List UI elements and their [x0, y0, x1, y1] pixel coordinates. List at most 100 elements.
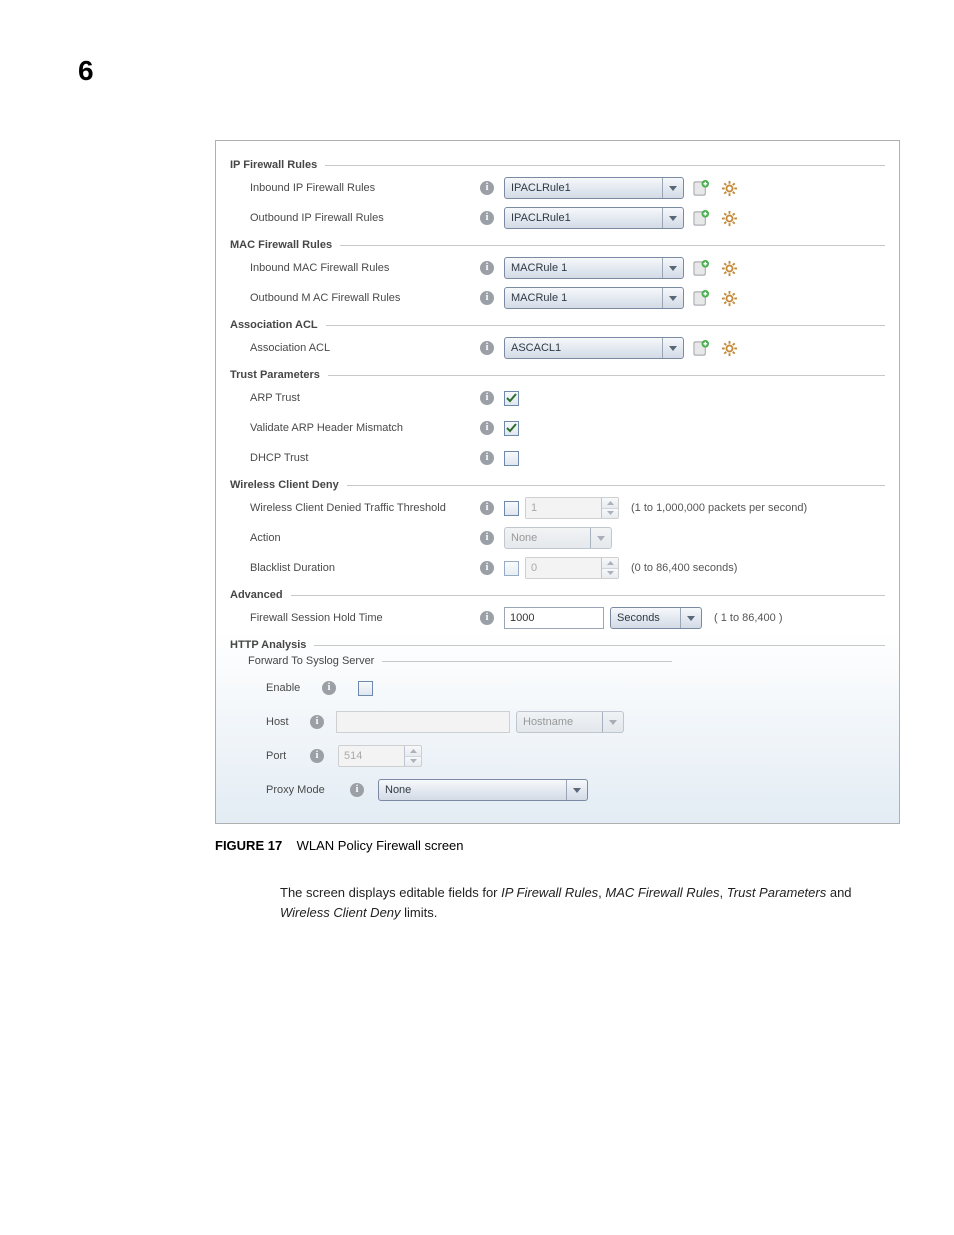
section-wireless-client-deny: Wireless Client Deny [230, 479, 885, 491]
info-icon[interactable]: i [478, 531, 496, 545]
hint: (1 to 1,000,000 packets per second) [631, 502, 807, 514]
hold-time-input[interactable] [504, 607, 604, 629]
info-icon[interactable]: i [478, 291, 496, 305]
row-syslog-port: Port i [230, 739, 885, 773]
row-proxy-mode: Proxy Mode i None [230, 773, 885, 807]
divider [314, 644, 885, 646]
host-input[interactable] [336, 711, 510, 733]
section-association-acl: Association ACL [230, 319, 885, 331]
label: Outbound IP Firewall Rules [250, 212, 478, 224]
chevron-down-icon [662, 208, 683, 228]
gear-icon[interactable] [718, 337, 740, 359]
info-icon[interactable]: i [478, 181, 496, 195]
dhcp-trust-checkbox[interactable] [504, 451, 519, 466]
threshold-input[interactable] [526, 498, 601, 518]
divider [325, 164, 885, 166]
row-syslog-enable: Enable i [230, 671, 885, 705]
inbound-ip-dropdown[interactable]: IPACLRule1 [504, 177, 684, 199]
label: Wireless Client Denied Traffic Threshold [250, 502, 478, 514]
section-title: Advanced [230, 589, 283, 601]
add-rule-icon[interactable] [690, 257, 712, 279]
info-icon[interactable]: i [478, 421, 496, 435]
label: Proxy Mode [266, 784, 342, 796]
gear-icon[interactable] [718, 257, 740, 279]
add-rule-icon[interactable] [690, 207, 712, 229]
threshold-spinner[interactable] [525, 497, 619, 519]
chevron-down-icon [662, 338, 683, 358]
divider [347, 484, 885, 486]
info-icon[interactable]: i [478, 561, 496, 575]
outbound-mac-dropdown[interactable]: MACRule 1 [504, 287, 684, 309]
label: Inbound MAC Firewall Rules [250, 262, 478, 274]
row-dhcp-trust: DHCP Trust i [230, 443, 885, 473]
spinner-buttons[interactable] [601, 558, 618, 578]
chevron-down-icon [662, 258, 683, 278]
info-icon[interactable]: i [478, 611, 496, 625]
spinner-buttons[interactable] [404, 746, 421, 766]
gear-icon[interactable] [718, 207, 740, 229]
label: Outbound M AC Firewall Rules [250, 292, 478, 304]
arp-trust-checkbox[interactable] [504, 391, 519, 406]
blacklist-enable-checkbox[interactable] [504, 561, 519, 576]
add-rule-icon[interactable] [690, 177, 712, 199]
wlan-firewall-panel: IP Firewall Rules Inbound IP Firewall Ru… [215, 140, 900, 824]
chevron-down-icon [680, 608, 701, 628]
hold-time-unit-dropdown[interactable]: Seconds [610, 607, 702, 629]
syslog-enable-checkbox[interactable] [358, 681, 373, 696]
outbound-ip-dropdown[interactable]: IPACLRule1 [504, 207, 684, 229]
spinner-down-icon[interactable] [602, 569, 618, 579]
gear-icon[interactable] [718, 287, 740, 309]
add-rule-icon[interactable] [690, 287, 712, 309]
page-number: 6 [78, 55, 94, 87]
inbound-mac-dropdown[interactable]: MACRule 1 [504, 257, 684, 279]
label: Blacklist Duration [250, 562, 478, 574]
row-validate-arp: Validate ARP Header Mismatch i [230, 413, 885, 443]
info-icon[interactable]: i [478, 261, 496, 275]
label: ARP Trust [250, 392, 478, 404]
info-icon[interactable]: i [478, 211, 496, 225]
action-dropdown[interactable]: None [504, 527, 612, 549]
info-icon[interactable]: i [308, 749, 326, 763]
hint: (0 to 86,400 seconds) [631, 562, 737, 574]
chevron-down-icon [566, 780, 587, 800]
section-title: IP Firewall Rules [230, 159, 317, 171]
spinner-down-icon[interactable] [602, 509, 618, 519]
info-icon[interactable]: i [478, 341, 496, 355]
row-session-hold-time: Firewall Session Hold Time i Seconds ( 1… [230, 603, 885, 633]
chevron-down-icon [662, 288, 683, 308]
add-rule-icon[interactable] [690, 337, 712, 359]
row-inbound-ip: Inbound IP Firewall Rules i IPACLRule1 [230, 173, 885, 203]
proxy-mode-dropdown[interactable]: None [378, 779, 588, 801]
row-outbound-mac: Outbound M AC Firewall Rules i MACRule 1 [230, 283, 885, 313]
label: Firewall Session Hold Time [250, 612, 478, 624]
divider [326, 324, 885, 326]
row-outbound-ip: Outbound IP Firewall Rules i IPACLRule1 [230, 203, 885, 233]
label: DHCP Trust [250, 452, 478, 464]
gear-icon[interactable] [718, 177, 740, 199]
spinner-up-icon[interactable] [602, 558, 618, 569]
host-type-dropdown[interactable]: Hostname [516, 711, 624, 733]
info-icon[interactable]: i [478, 501, 496, 515]
spinner-up-icon[interactable] [405, 746, 421, 757]
row-blacklist-duration: Blacklist Duration i (0 to 86,400 second… [230, 553, 885, 583]
info-icon[interactable]: i [308, 715, 326, 729]
port-spinner[interactable] [338, 745, 422, 767]
divider [328, 374, 885, 376]
section-title: HTTP Analysis [230, 639, 306, 651]
association-acl-dropdown[interactable]: ASCACL1 [504, 337, 684, 359]
spinner-up-icon[interactable] [602, 498, 618, 509]
info-icon[interactable]: i [478, 391, 496, 405]
divider [382, 660, 672, 662]
info-icon[interactable]: i [478, 451, 496, 465]
blacklist-input[interactable] [526, 558, 601, 578]
subsection-title: Forward To Syslog Server [248, 655, 374, 667]
spinner-buttons[interactable] [601, 498, 618, 518]
blacklist-spinner[interactable] [525, 557, 619, 579]
spinner-down-icon[interactable] [405, 757, 421, 767]
info-icon[interactable]: i [348, 783, 366, 797]
threshold-enable-checkbox[interactable] [504, 501, 519, 516]
validate-arp-checkbox[interactable] [504, 421, 519, 436]
port-input[interactable] [339, 746, 404, 766]
info-icon[interactable]: i [320, 681, 338, 695]
label: Enable [266, 682, 314, 694]
